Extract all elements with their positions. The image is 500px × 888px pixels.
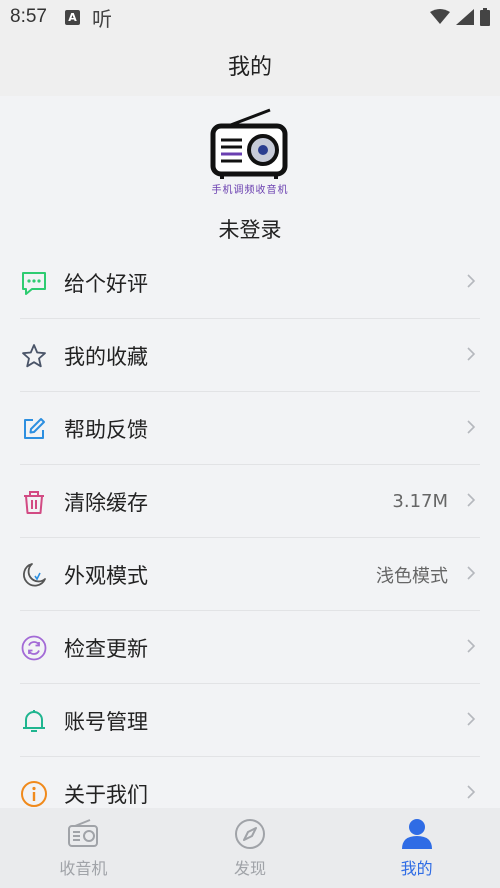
chevron-right-icon bbox=[467, 638, 476, 653]
menu-item-feedback[interactable]: 帮助反馈 bbox=[0, 392, 500, 465]
star-icon bbox=[20, 342, 48, 370]
nav-tab-mine[interactable]: 我的 bbox=[333, 817, 500, 879]
menu-item-label: 检查更新 bbox=[64, 636, 148, 661]
status-time: 8:57 bbox=[10, 6, 47, 27]
chevron-right-icon bbox=[467, 784, 476, 799]
login-status[interactable]: 未登录 bbox=[219, 214, 282, 244]
menu-item-account[interactable]: 账号管理 bbox=[0, 684, 500, 757]
battery-icon bbox=[480, 8, 490, 26]
profile-section: 手机调频收音机 未登录 bbox=[0, 96, 500, 246]
logo-caption: 手机调频收音机 bbox=[211, 185, 289, 196]
settings-menu: 给个好评 我的收藏 帮助反馈 清除缓存 3.17M 外观模式 浅色模式 检查更新… bbox=[0, 246, 500, 830]
chevron-right-icon bbox=[467, 565, 476, 580]
chevron-right-icon bbox=[467, 346, 476, 361]
menu-item-clear-cache[interactable]: 清除缓存 3.17M bbox=[0, 465, 500, 538]
trash-icon bbox=[20, 488, 48, 516]
menu-item-label: 我的收藏 bbox=[64, 344, 148, 369]
menu-item-label: 外观模式 bbox=[64, 563, 148, 588]
signal-icon bbox=[456, 9, 474, 25]
menu-item-label: 清除缓存 bbox=[64, 490, 148, 515]
menu-item-label: 关于我们 bbox=[64, 782, 148, 807]
status-bar: 8:57 A 听 bbox=[0, 0, 500, 34]
menu-item-appearance[interactable]: 外观模式 浅色模式 bbox=[0, 538, 500, 611]
chevron-right-icon bbox=[467, 492, 476, 507]
a-badge-icon: A bbox=[64, 9, 80, 25]
menu-item-favorites[interactable]: 我的收藏 bbox=[0, 319, 500, 392]
page-header: 我的 bbox=[0, 34, 500, 96]
chevron-right-icon bbox=[467, 273, 476, 288]
nav-tab-radio[interactable]: 收音机 bbox=[0, 817, 167, 879]
nav-tab-discover[interactable]: 发现 bbox=[167, 817, 334, 879]
refresh-icon bbox=[20, 634, 48, 662]
menu-item-label: 帮助反馈 bbox=[64, 417, 148, 442]
app-glyph-icon: 听 bbox=[91, 6, 112, 31]
nav-tab-label: 发现 bbox=[234, 859, 267, 878]
bell-icon bbox=[20, 707, 48, 735]
app-logo[interactable]: 手机调频收音机 bbox=[200, 104, 300, 196]
radio-icon bbox=[68, 819, 99, 847]
menu-item-label: 账号管理 bbox=[64, 709, 148, 734]
person-icon bbox=[401, 819, 432, 849]
cache-size-value: 3.17M bbox=[392, 491, 448, 512]
nav-tab-label: 收音机 bbox=[59, 859, 108, 878]
compass-icon bbox=[235, 819, 265, 849]
menu-item-check-update[interactable]: 检查更新 bbox=[0, 611, 500, 684]
radio-logo-icon bbox=[210, 108, 288, 179]
wifi-icon bbox=[430, 9, 450, 24]
page-title: 我的 bbox=[227, 55, 272, 80]
bottom-nav: 收音机 发现 我的 bbox=[0, 808, 500, 888]
menu-item-label: 给个好评 bbox=[64, 271, 148, 296]
chevron-right-icon bbox=[467, 711, 476, 726]
moon-icon bbox=[20, 561, 48, 589]
chevron-right-icon bbox=[467, 419, 476, 434]
chat-bubble-icon bbox=[20, 269, 48, 297]
edit-icon bbox=[20, 415, 48, 443]
nav-tab-label: 我的 bbox=[400, 859, 433, 878]
menu-item-rate[interactable]: 给个好评 bbox=[0, 246, 500, 319]
info-icon bbox=[20, 780, 48, 808]
appearance-mode-value: 浅色模式 bbox=[376, 565, 448, 587]
